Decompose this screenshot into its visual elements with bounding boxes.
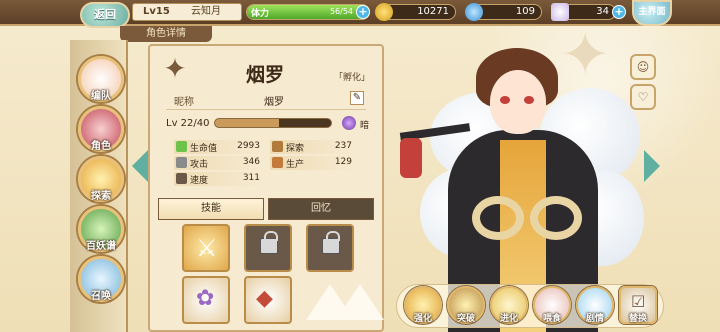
meat-icon: ◆ xyxy=(256,286,273,311)
edit-nickname-icon[interactable]: ✎ xyxy=(350,91,364,105)
evolve-button[interactable]: 进化 xyxy=(490,286,528,324)
tassel-icon xyxy=(400,138,422,178)
stat-speed-label: 速度 xyxy=(190,176,209,186)
nav-explore-label: 探索 xyxy=(91,191,111,202)
stat-explore: 探索 237 xyxy=(270,140,356,154)
coins-counter: 10271 xyxy=(375,3,456,21)
stat-hp-label: 生命值 xyxy=(190,144,218,154)
stat-explore-value: 237 xyxy=(334,141,352,151)
nickname-value: 烟罗 xyxy=(264,97,284,108)
nav-explore[interactable]: 探索 xyxy=(78,156,124,202)
stat-production: 生产 129 xyxy=(270,156,356,170)
coin-icon xyxy=(375,3,393,21)
rope-loop xyxy=(472,196,524,240)
sword-skill-icon: ⚔ xyxy=(196,234,218,262)
skill-slot-5[interactable]: ◆ xyxy=(244,276,292,324)
stamina-label: 体力 xyxy=(251,9,270,19)
character-tag: 「孵化」 xyxy=(334,73,371,83)
ticket-icon xyxy=(551,3,569,21)
tab-memory[interactable]: 回忆 xyxy=(268,198,374,220)
stat-hp: 生命值 2993 xyxy=(174,140,264,154)
element-label: 暗 xyxy=(360,121,370,131)
dark-element-icon xyxy=(342,116,356,130)
nav-team[interactable]: 编队 xyxy=(78,56,124,102)
pouch-icon: ✿ xyxy=(196,286,215,311)
enhance-button[interactable]: 强化 xyxy=(404,286,442,324)
stat-speed: 速度 311 xyxy=(174,172,264,186)
tickets-value: 34 xyxy=(596,6,609,17)
character-face xyxy=(490,70,546,134)
gems-counter: 109 xyxy=(465,3,542,21)
feed-button[interactable]: 喂食 xyxy=(533,286,571,324)
stat-attack: 攻击 346 xyxy=(174,156,264,170)
production-icon xyxy=(272,157,283,168)
lock-icon xyxy=(260,231,278,254)
skill-slot-2[interactable] xyxy=(244,224,292,272)
favorite-button[interactable]: ♡ xyxy=(630,84,656,110)
skill-slot-4[interactable]: ✿ xyxy=(182,276,230,324)
character-eye xyxy=(524,96,534,104)
tab-skill[interactable]: 技能 xyxy=(158,198,264,220)
rope-loop xyxy=(530,196,582,240)
skill-slot-3[interactable] xyxy=(306,224,354,272)
character-eye xyxy=(500,96,510,104)
xp-bar xyxy=(214,118,332,128)
nav-character-label: 角色 xyxy=(91,141,111,152)
nickname-label: 昵称 xyxy=(174,97,194,108)
stat-attack-value: 346 xyxy=(242,157,260,167)
xp-fill xyxy=(215,119,279,127)
stat-explore-label: 探索 xyxy=(286,144,305,154)
skill-slot-1[interactable]: ⚔ xyxy=(182,224,230,272)
compass-icon xyxy=(272,141,283,152)
main-menu-button[interactable]: 主界面 xyxy=(632,0,672,26)
prev-character-arrow[interactable] xyxy=(132,150,148,182)
heart-icon xyxy=(176,141,187,152)
boot-icon xyxy=(176,173,187,184)
enhance-label: 强化 xyxy=(413,314,432,324)
nav-bestiary[interactable]: 百妖谱 xyxy=(78,206,124,252)
character-level: Lv 22/40 xyxy=(166,118,210,129)
breakthrough-label: 突破 xyxy=(456,314,475,324)
stat-hp-value: 2993 xyxy=(237,141,260,151)
breakthrough-button[interactable]: 突破 xyxy=(447,286,485,324)
replace-label: 替换 xyxy=(628,314,647,324)
gems-value: 109 xyxy=(515,6,535,17)
character-name: 烟罗 xyxy=(246,64,285,86)
checkbox-icon: ☑ xyxy=(631,292,646,311)
tickets-counter: 34 xyxy=(551,3,616,21)
next-character-arrow[interactable] xyxy=(644,150,660,182)
back-button[interactable]: 返回 xyxy=(80,2,130,28)
stat-speed-value: 311 xyxy=(242,173,260,183)
stamina-bar: 体力 56/54 xyxy=(246,4,370,20)
empty-slot-marker xyxy=(336,284,384,320)
story-label: 剧情 xyxy=(585,314,604,324)
stat-production-value: 129 xyxy=(334,157,352,167)
stat-production-label: 生产 xyxy=(286,160,305,170)
lock-icon xyxy=(322,231,340,254)
emoji-button[interactable]: ☺ xyxy=(630,54,656,80)
story-button[interactable]: 剧情 xyxy=(576,286,614,324)
nav-team-label: 编队 xyxy=(91,91,111,102)
nav-bestiary-label: 百妖谱 xyxy=(86,241,116,252)
sword-icon xyxy=(176,157,187,168)
feed-label: 喂食 xyxy=(542,314,561,324)
coins-value: 10271 xyxy=(417,6,449,17)
nav-summon[interactable]: 召唤 xyxy=(78,256,124,302)
add-stamina-button[interactable]: + xyxy=(356,5,370,19)
nav-character[interactable]: 角色 xyxy=(78,106,124,152)
add-tickets-button[interactable]: + xyxy=(612,5,626,19)
player-name: 云知月 xyxy=(191,6,221,17)
player-info: Lv15 云知月 xyxy=(132,3,242,21)
stat-attack-label: 攻击 xyxy=(190,160,209,170)
nickname-row: 昵称 烟罗 xyxy=(166,90,366,110)
section-title: 角色详情 xyxy=(120,26,212,42)
nav-summon-label: 召唤 xyxy=(91,291,111,302)
replace-button[interactable]: ☑ 替换 xyxy=(619,286,657,324)
evolve-label: 进化 xyxy=(499,314,518,324)
player-level: Lv15 xyxy=(143,6,170,17)
decorative-star-icon: ✦ xyxy=(560,20,611,90)
rank-star-icon: ✦ xyxy=(163,52,187,85)
stamina-value: 56/54 xyxy=(329,7,353,16)
gem-icon xyxy=(465,3,483,21)
